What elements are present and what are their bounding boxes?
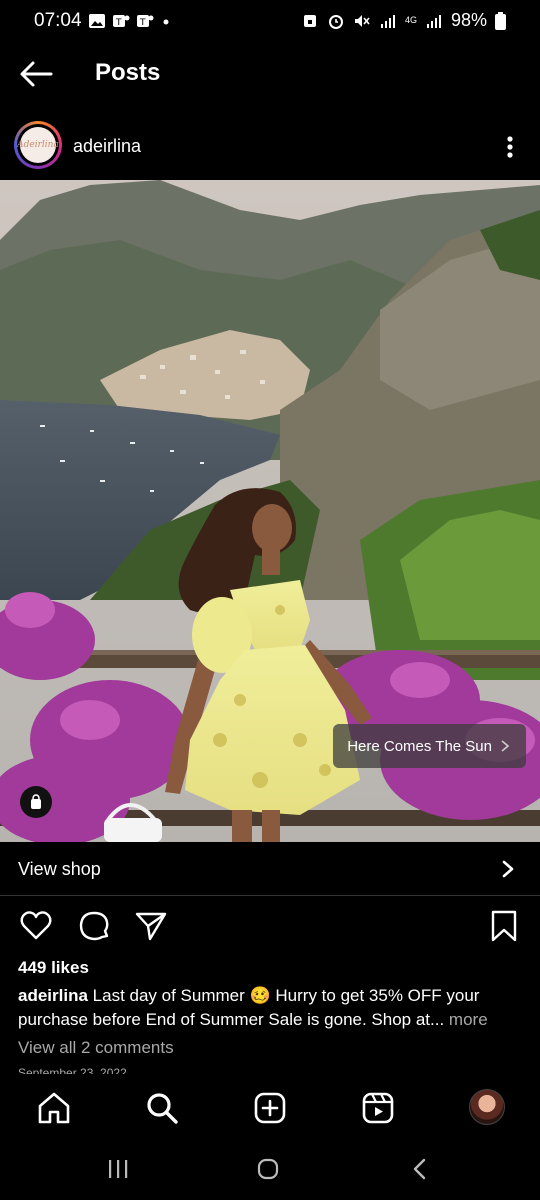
alarm-icon	[328, 14, 343, 29]
post-username[interactable]: adeirlina	[73, 136, 141, 157]
likes-count[interactable]: 449 likes	[18, 958, 89, 978]
bookmark-icon[interactable]	[487, 909, 521, 943]
teams-icon: T	[113, 15, 130, 28]
post-image[interactable]: Here Comes The Sun	[0, 180, 540, 842]
view-comments-link[interactable]: View all 2 comments	[18, 1038, 174, 1058]
signal-icon	[426, 14, 441, 28]
share-send-icon[interactable]	[134, 909, 168, 943]
music-tag[interactable]: Here Comes The Sun	[333, 724, 526, 768]
back-chevron-icon[interactable]	[410, 1157, 430, 1181]
post-date: September 23, 2022	[18, 1066, 127, 1074]
battery-icon	[495, 11, 506, 30]
like-heart-icon[interactable]	[19, 909, 53, 943]
bottom-navigation	[0, 1076, 540, 1136]
page-title: Posts	[95, 59, 161, 86]
top-header: Posts	[0, 44, 540, 104]
profile-avatar[interactable]	[469, 1089, 505, 1125]
avatar-logo: Adeirlina	[17, 127, 59, 163]
status-time: 07:04	[34, 10, 82, 31]
comment-icon[interactable]	[77, 909, 111, 943]
network-type: 4G	[404, 15, 417, 25]
svg-text:T: T	[139, 18, 146, 28]
recents-icon[interactable]	[106, 1158, 130, 1180]
chevron-right-icon	[502, 860, 514, 878]
view-shop-row[interactable]: View shop	[0, 843, 540, 896]
svg-text:T: T	[115, 18, 122, 28]
signal-icon	[380, 14, 395, 28]
caption-more-link[interactable]: more	[444, 1010, 488, 1029]
post-caption: adeirlina Last day of Summer 🥴 Hurry to …	[18, 984, 524, 1032]
gallery-icon	[89, 14, 105, 28]
view-shop-label: View shop	[18, 859, 101, 879]
more-options-icon[interactable]	[498, 133, 522, 161]
music-tag-label: Here Comes The Sun	[347, 737, 492, 755]
home-icon[interactable]	[36, 1090, 72, 1126]
status-right: 4G 98%	[301, 10, 506, 31]
create-post-icon[interactable]	[252, 1090, 288, 1126]
dot-icon	[163, 19, 169, 25]
chevron-right-icon	[501, 740, 510, 752]
avatar[interactable]: Adeirlina	[14, 121, 62, 169]
battery-percent: 98%	[450, 10, 487, 30]
reels-icon[interactable]	[360, 1090, 396, 1126]
shopping-bag-icon[interactable]	[20, 786, 52, 818]
caption-text: Last day of Summer 🥴 Hurry to get 35% OF…	[18, 986, 480, 1029]
system-navigation-bar	[0, 1140, 540, 1200]
lock-icon	[303, 14, 316, 27]
teams-icon: T	[137, 15, 154, 28]
mute-icon	[354, 14, 370, 27]
post-author-row: Adeirlina adeirlina	[0, 115, 540, 177]
notification-icons: T T	[88, 12, 178, 30]
post-actions	[0, 905, 540, 951]
home-circle-icon[interactable]	[256, 1157, 280, 1181]
status-bar: 07:04 T T 4G 98%	[0, 0, 540, 44]
search-icon[interactable]	[144, 1090, 180, 1126]
back-arrow-icon[interactable]	[18, 58, 54, 90]
caption-username[interactable]: adeirlina	[18, 986, 88, 1005]
